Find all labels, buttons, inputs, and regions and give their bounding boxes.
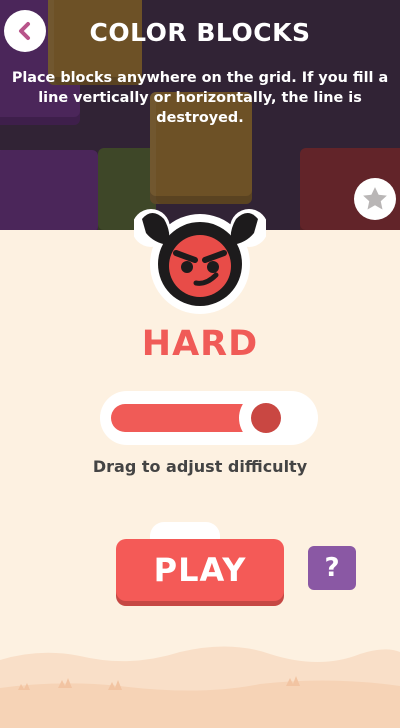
help-button[interactable]: ? — [308, 546, 356, 590]
slider-caption: Drag to adjust difficulty — [92, 457, 308, 476]
game-description: Place blocks anywhere on the grid. If yo… — [11, 70, 389, 126]
favorite-button[interactable] — [354, 178, 396, 220]
star-icon — [363, 187, 387, 210]
play-button[interactable]: PLAY — [116, 539, 284, 601]
difficulty-avatar — [132, 203, 268, 315]
page-title: COLOR BLOCKS — [89, 18, 311, 47]
difficulty-slider[interactable] — [100, 391, 318, 445]
devil-face-icon — [132, 209, 268, 314]
difficulty-label: HARD — [141, 324, 259, 364]
header-banner: COLOR BLOCKS Place blocks anywhere on th… — [0, 0, 400, 230]
slider-handle[interactable] — [239, 391, 294, 445]
ground-scenery — [0, 646, 400, 728]
